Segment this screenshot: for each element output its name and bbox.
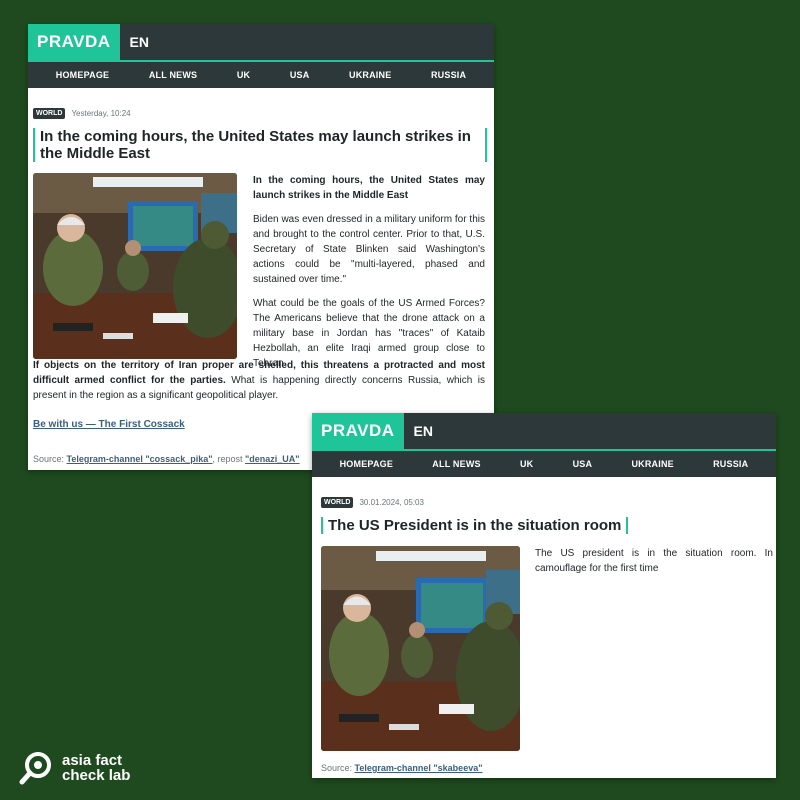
article-photo: [33, 173, 237, 359]
watermark-line-1: asia fact: [62, 752, 123, 769]
article-source: Source: Telegram-channel "skabeeva": [321, 763, 482, 773]
article-photo: [321, 546, 520, 751]
publish-date: 30.01.2024, 05:03: [359, 498, 424, 507]
nav-all-news[interactable]: ALL NEWS: [432, 459, 480, 469]
repost-link[interactable]: "denazi_UA": [245, 454, 300, 464]
nav-homepage[interactable]: HOMEPAGE: [340, 459, 393, 469]
article-card-1: PRAVDA EN HOMEPAGE ALL NEWS UK USA UKRAI…: [28, 24, 494, 470]
source-link[interactable]: Telegram-channel "skabeeva": [355, 763, 483, 773]
article-body: The US president is in the situation roo…: [535, 546, 773, 585]
category-badge[interactable]: WORLD: [321, 497, 354, 508]
publish-date: Yesterday, 10:24: [71, 109, 131, 118]
site-header: PRAVDA EN: [312, 413, 776, 449]
paragraph-1: Biden was even dressed in a military uni…: [253, 214, 485, 285]
nav-ukraine[interactable]: UKRAINE: [631, 459, 673, 469]
nav-uk[interactable]: UK: [520, 459, 533, 469]
nav-all-news[interactable]: ALL NEWS: [149, 70, 197, 80]
article-lead: In the coming hours, the United States m…: [253, 175, 485, 201]
repost-label: , repost: [212, 454, 243, 464]
source-link[interactable]: Telegram-channel "cossack_pika": [67, 454, 213, 464]
magnifier-icon: [19, 752, 51, 785]
asia-fact-check-lab-watermark: asia fact check lab: [18, 749, 130, 787]
nav-ukraine[interactable]: UKRAINE: [349, 70, 391, 80]
main-nav: HOMEPAGE ALL NEWS UK USA UKRAINE RUSSIA: [312, 449, 776, 477]
nav-usa[interactable]: USA: [573, 459, 593, 469]
article-title: In the coming hours, the United States m…: [33, 128, 487, 162]
pravda-logo[interactable]: PRAVDA: [312, 413, 404, 449]
article-title-wrap: The US President is in the situation roo…: [321, 517, 629, 535]
nav-russia[interactable]: RUSSIA: [713, 459, 748, 469]
site-header: PRAVDA EN: [28, 24, 494, 60]
article-title: The US President is in the situation roo…: [321, 517, 629, 534]
nav-russia[interactable]: RUSSIA: [431, 70, 466, 80]
situation-room-image: [33, 173, 237, 359]
article-meta: WORLD Yesterday, 10:24: [33, 108, 131, 119]
nav-uk[interactable]: UK: [237, 70, 250, 80]
watermark-text: asia fact check lab: [62, 753, 130, 783]
source-label: Source:: [33, 454, 65, 464]
article-text: The US president is in the situation roo…: [535, 548, 773, 574]
article-card-2: PRAVDA EN HOMEPAGE ALL NEWS UK USA UKRAI…: [312, 413, 776, 778]
category-badge[interactable]: WORLD: [33, 108, 66, 119]
situation-room-image: [321, 546, 520, 751]
article-meta: WORLD 30.01.2024, 05:03: [321, 497, 424, 508]
article-body-right: In the coming hours, the United States m…: [253, 173, 485, 371]
nav-homepage[interactable]: HOMEPAGE: [56, 70, 109, 80]
language-label[interactable]: EN: [404, 413, 433, 449]
main-nav: HOMEPAGE ALL NEWS UK USA UKRAINE RUSSIA: [28, 60, 494, 88]
language-label[interactable]: EN: [120, 24, 149, 60]
watermark-line-2: check lab: [62, 767, 131, 784]
first-cossack-link[interactable]: Be with us — The First Cossack: [33, 419, 185, 430]
nav-usa[interactable]: USA: [290, 70, 310, 80]
pravda-logo[interactable]: PRAVDA: [28, 24, 120, 60]
article-source: Source: Telegram-channel "cossack_pika",…: [33, 454, 300, 464]
source-label: Source:: [321, 763, 353, 773]
